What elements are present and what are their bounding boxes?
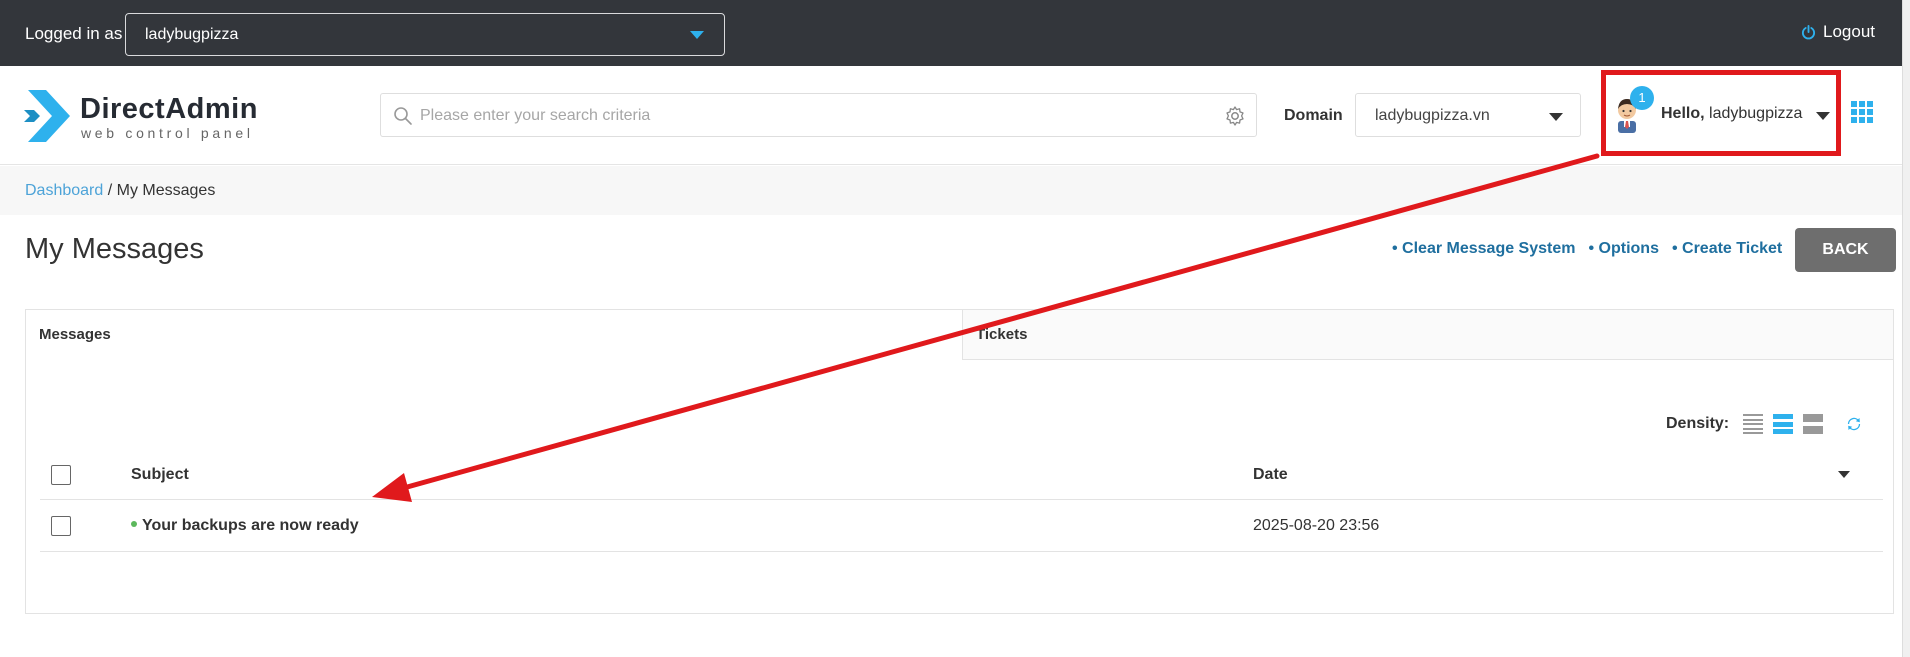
- chevron-down-icon: [690, 31, 704, 39]
- density-label: Density:: [1666, 415, 1730, 432]
- tabs: Messages Tickets: [26, 310, 1893, 360]
- top-bar: Logged in as ladybugpizza Logout: [0, 0, 1902, 66]
- message-subject[interactable]: Your backups are now ready: [131, 517, 359, 535]
- logged-in-user-select[interactable]: ladybugpizza: [125, 13, 725, 56]
- create-ticket-link[interactable]: • Create Ticket: [1672, 240, 1782, 258]
- density-comfortable-icon[interactable]: [1803, 414, 1824, 434]
- page-actions: • Clear Message System • Options • Creat…: [1392, 240, 1782, 258]
- apps-grid-icon[interactable]: [1851, 101, 1873, 123]
- logout-button[interactable]: Logout: [1801, 22, 1875, 42]
- column-header-subject[interactable]: Subject: [131, 466, 189, 484]
- messages-card: Messages Tickets Density: Subject Date Y…: [25, 309, 1894, 614]
- directadmin-logo-icon: [24, 90, 70, 142]
- back-button[interactable]: BACK: [1795, 228, 1896, 272]
- tab-messages[interactable]: Messages: [26, 310, 962, 360]
- domain-select[interactable]: ladybugpizza.vn: [1355, 93, 1581, 137]
- table-row[interactable]: Your backups are now ready 2025-08-20 23…: [40, 501, 1883, 552]
- breadcrumb-dashboard-link[interactable]: Dashboard: [25, 182, 103, 199]
- refresh-icon[interactable]: [1845, 415, 1863, 433]
- logo-title: DirectAdmin: [80, 93, 258, 125]
- tab-tickets[interactable]: Tickets: [962, 310, 1893, 360]
- density-compact-icon[interactable]: [1743, 414, 1764, 434]
- gear-icon[interactable]: [1224, 105, 1246, 127]
- header: DirectAdmin web control panel Please ent…: [0, 66, 1902, 165]
- user-menu[interactable]: 1 Hello, ladybugpizza: [1601, 70, 1841, 156]
- message-date: 2025-08-20 23:56: [1253, 517, 1380, 534]
- chevron-down-icon: [1816, 112, 1830, 120]
- hello-username: ladybugpizza: [1709, 105, 1803, 122]
- hello-user: Hello, ladybugpizza: [1661, 105, 1802, 123]
- unread-dot-icon: [131, 520, 137, 527]
- table-header: Subject Date: [40, 450, 1883, 500]
- search-placeholder: Please enter your search criteria: [420, 107, 651, 124]
- row-checkbox[interactable]: [51, 516, 71, 536]
- domain-label: Domain: [1284, 107, 1343, 124]
- directadmin-logo[interactable]: DirectAdmin web control panel: [24, 88, 274, 144]
- hello-prefix: Hello,: [1661, 105, 1705, 122]
- search-icon: [394, 107, 412, 125]
- breadcrumb-current: My Messages: [116, 182, 216, 199]
- chevron-down-icon: [1549, 113, 1563, 121]
- logged-in-label: Logged in as: [25, 24, 123, 43]
- density-controls: Density:: [1666, 414, 1863, 434]
- breadcrumb-separator: /: [103, 182, 117, 199]
- page-scrollbar[interactable]: [1902, 0, 1910, 657]
- logo-subtitle: web control panel: [81, 125, 254, 141]
- column-header-date[interactable]: Date: [1253, 466, 1288, 484]
- message-subject-text: Your backups are now ready: [142, 517, 359, 534]
- search-input[interactable]: Please enter your search criteria: [380, 93, 1257, 137]
- logged-in-user-value: ladybugpizza: [145, 26, 239, 43]
- domain-value: ladybugpizza.vn: [1375, 107, 1490, 124]
- power-icon: [1801, 24, 1816, 39]
- logout-label: Logout: [1823, 22, 1875, 41]
- select-all-checkbox[interactable]: [51, 465, 71, 485]
- breadcrumb: Dashboard / My Messages: [0, 166, 1902, 215]
- sort-caret-icon[interactable]: [1838, 471, 1850, 478]
- density-normal-icon[interactable]: [1773, 414, 1794, 434]
- clear-message-system-link[interactable]: • Clear Message System: [1392, 240, 1575, 258]
- notification-badge: 1: [1630, 86, 1654, 110]
- page-title: My Messages: [25, 233, 204, 265]
- options-link[interactable]: • Options: [1588, 240, 1658, 258]
